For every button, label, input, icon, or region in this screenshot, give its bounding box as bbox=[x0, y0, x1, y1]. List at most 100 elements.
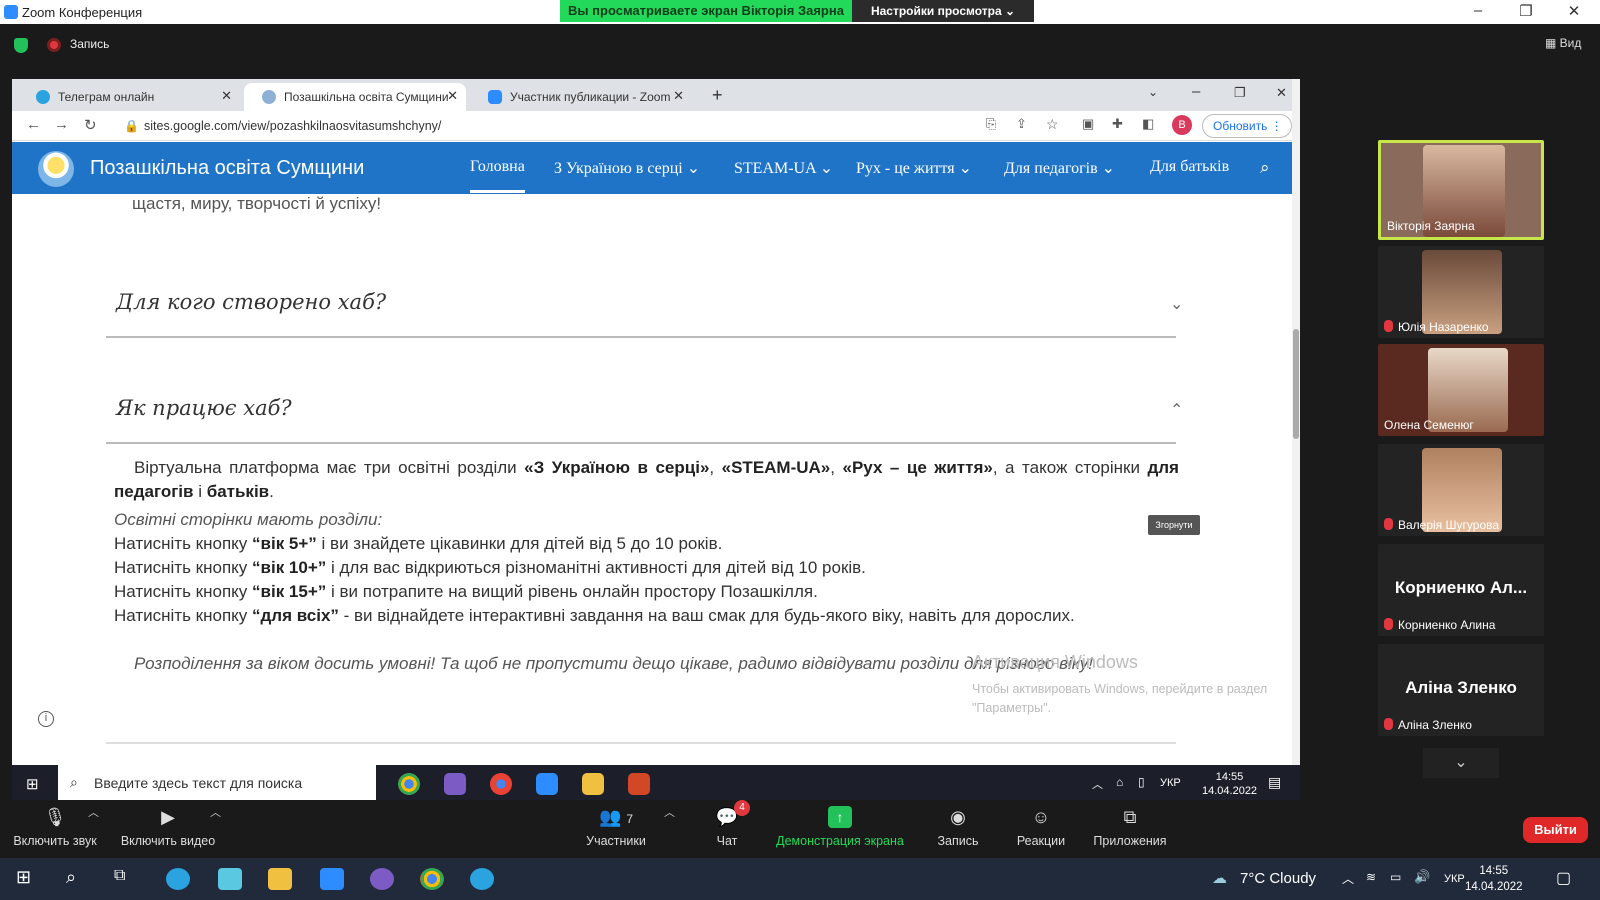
share-icon[interactable]: ⇪ bbox=[1016, 116, 1027, 132]
reactions-button[interactable]: ☺ Реакции bbox=[1006, 806, 1076, 848]
taskbar-search-input[interactable]: ⌕ Введите здесь текст для поиска bbox=[58, 765, 376, 802]
tab-close-icon[interactable]: ✕ bbox=[673, 88, 684, 104]
info-icon[interactable]: i bbox=[38, 711, 54, 727]
nav-ukraine-in-heart[interactable]: З Україною в серці ⌄ bbox=[554, 158, 700, 178]
chrome-active-icon[interactable] bbox=[490, 773, 512, 795]
share-screen-button[interactable]: ↑ Демонстрация экрана bbox=[770, 806, 910, 848]
view-button[interactable]: ▦ Вид bbox=[1545, 36, 1581, 50]
participant-tile-active[interactable]: Вікторія Заярна bbox=[1378, 140, 1544, 240]
translate-icon[interactable]: ⎘ bbox=[986, 116, 996, 132]
clock[interactable]: 14:55 14.04.2022 bbox=[1202, 770, 1257, 798]
file-explorer-icon[interactable] bbox=[268, 868, 292, 890]
nav-rukh[interactable]: Рух - це життя ⌄ bbox=[856, 158, 972, 178]
windows-start-icon[interactable]: ⊞ bbox=[16, 867, 31, 888]
participant-tile[interactable]: Корниенко Ал... Корниенко Алина bbox=[1378, 544, 1544, 636]
close-icon[interactable]: ✕ bbox=[1564, 2, 1584, 20]
task-view-icon[interactable]: ⧉ bbox=[114, 867, 125, 885]
viber-icon[interactable] bbox=[370, 868, 394, 890]
site-title[interactable]: Позашкільна освіта Сумщини bbox=[90, 157, 364, 180]
participant-tile[interactable]: Юлія Назаренко bbox=[1378, 246, 1544, 338]
participants-chevron-icon[interactable]: ︿ bbox=[664, 804, 675, 820]
participant-tile[interactable]: Валерія Шугурова bbox=[1378, 444, 1544, 536]
reload-icon[interactable]: ↻ bbox=[84, 116, 97, 134]
volume-icon[interactable]: 🔊 bbox=[1414, 869, 1430, 885]
tab-search-chevron-icon[interactable]: ⌄ bbox=[1148, 85, 1158, 99]
snipping-tool-icon[interactable] bbox=[218, 868, 242, 890]
participants-button[interactable]: 👥 7 Участники bbox=[580, 806, 652, 848]
audio-options-chevron-icon[interactable]: ︿ bbox=[88, 804, 99, 820]
network-icon[interactable]: ⌂ bbox=[1116, 775, 1123, 789]
zoom-icon[interactable] bbox=[536, 773, 558, 795]
tab-close-icon[interactable]: ✕ bbox=[447, 88, 458, 104]
language-indicator[interactable]: УКР bbox=[1160, 777, 1181, 789]
new-tab-icon[interactable]: + bbox=[712, 85, 723, 106]
nav-teachers[interactable]: Для педагогів ⌄ bbox=[1004, 158, 1115, 178]
zoom-icon[interactable] bbox=[320, 868, 344, 890]
site-search-icon[interactable]: ⌕ bbox=[1260, 158, 1270, 178]
wifi-icon[interactable]: ≋ bbox=[1366, 870, 1376, 884]
minimize-icon[interactable]: – bbox=[1468, 2, 1488, 19]
tab-telegram[interactable]: Телеграм онлайн ✕ bbox=[18, 83, 240, 111]
link-rukh[interactable]: «Рух – це життя» bbox=[843, 458, 993, 477]
update-browser-button[interactable]: Обновить ⋮ bbox=[1202, 114, 1292, 138]
site-logo[interactable] bbox=[38, 151, 74, 187]
telegram-desktop-icon[interactable] bbox=[470, 868, 494, 890]
participant-tile[interactable]: Олена Семенюг bbox=[1378, 344, 1544, 436]
unmute-button[interactable]: 🎙 Включить звук bbox=[10, 806, 100, 848]
tray-chevron-icon[interactable]: ︿ bbox=[1342, 870, 1354, 887]
back-icon[interactable]: ← bbox=[26, 116, 41, 133]
accordion-title-how[interactable]: Як працює хаб? bbox=[116, 396, 292, 420]
scrollbar-thumb[interactable] bbox=[1293, 329, 1299, 439]
view-settings-button[interactable]: Настройки просмотра ⌄ bbox=[852, 0, 1034, 22]
language-indicator[interactable]: УКР bbox=[1444, 873, 1465, 885]
weather-text[interactable]: 7°C Cloudy bbox=[1240, 870, 1316, 887]
more-participants-chevron-icon[interactable]: ⌄ bbox=[1423, 748, 1499, 778]
bookmark-star-icon[interactable]: ☆ bbox=[1046, 116, 1059, 133]
file-explorer-icon[interactable] bbox=[582, 773, 604, 795]
extensions-puzzle-icon[interactable]: ✚ bbox=[1112, 116, 1123, 132]
notification-center-icon[interactable]: ▢ bbox=[1556, 868, 1571, 888]
nav-steam-ua[interactable]: STEAM-UA ⌄ bbox=[734, 158, 833, 178]
link-parents[interactable]: батьків bbox=[207, 482, 269, 501]
chevron-down-icon[interactable]: ⌄ bbox=[1170, 294, 1183, 314]
telegram-icon[interactable] bbox=[166, 868, 190, 890]
tab-close-icon[interactable]: ✕ bbox=[221, 88, 232, 104]
chrome-icon[interactable] bbox=[398, 773, 420, 795]
chevron-up-icon[interactable]: ⌃ bbox=[1170, 400, 1183, 420]
minimize-icon[interactable]: – bbox=[1192, 83, 1200, 100]
side-panel-icon[interactable]: ◧ bbox=[1142, 116, 1154, 132]
link-ukraine[interactable]: «З Україною в серці» bbox=[524, 458, 709, 477]
url-field[interactable]: sites.google.com/view/pozashkilnaosvitas… bbox=[144, 119, 441, 133]
security-shield-icon[interactable] bbox=[14, 38, 28, 53]
participant-tile[interactable]: Аліна Зленко Аліна Зленко bbox=[1378, 644, 1544, 736]
tray-chevron-icon[interactable]: ︿ bbox=[1092, 776, 1103, 792]
video-options-chevron-icon[interactable]: ︿ bbox=[210, 804, 221, 820]
tab-site[interactable]: Позашкільна освіта Сумщини ✕ bbox=[244, 83, 466, 111]
apps-button[interactable]: ⧉ Приложения bbox=[1090, 806, 1170, 848]
chrome-icon[interactable] bbox=[420, 868, 444, 890]
tab-zoom[interactable]: Участник публикации - Zoom ✕ bbox=[470, 83, 692, 111]
battery-icon[interactable]: ▯ bbox=[1138, 775, 1145, 789]
battery-icon[interactable]: ▭ bbox=[1390, 870, 1401, 884]
recording-label[interactable]: Запись bbox=[70, 37, 109, 51]
nav-home[interactable]: Головна bbox=[470, 158, 525, 193]
search-icon[interactable]: ⌕ bbox=[66, 867, 76, 888]
link-steam[interactable]: «STEAM-UA» bbox=[722, 458, 831, 477]
page-scrollbar[interactable] bbox=[1292, 79, 1300, 802]
profile-avatar[interactable]: В bbox=[1172, 115, 1192, 135]
record-button[interactable]: ◉ Запись bbox=[930, 806, 986, 848]
powerpoint-icon[interactable] bbox=[628, 773, 650, 795]
restore-icon[interactable]: ❐ bbox=[1234, 85, 1246, 101]
windows-start-icon[interactable]: ⊞ bbox=[26, 775, 39, 793]
chat-button[interactable]: 💬 Чат 4 bbox=[704, 800, 750, 848]
close-icon[interactable]: ✕ bbox=[1276, 85, 1287, 101]
viber-icon[interactable] bbox=[444, 773, 466, 795]
leave-button[interactable]: Выйти bbox=[1523, 817, 1588, 843]
notification-icon[interactable]: ▤ bbox=[1268, 774, 1281, 791]
clock[interactable]: 14:55 14.04.2022 bbox=[1465, 863, 1523, 895]
accordion-title-who[interactable]: Для кого створено хаб? bbox=[116, 290, 386, 314]
restore-icon[interactable]: ❐ bbox=[1516, 2, 1536, 20]
nav-parents[interactable]: Для батьків bbox=[1150, 158, 1229, 176]
extension-icon[interactable]: ▣ bbox=[1082, 116, 1094, 132]
start-video-button[interactable]: ▶ Включить видео bbox=[118, 806, 218, 848]
